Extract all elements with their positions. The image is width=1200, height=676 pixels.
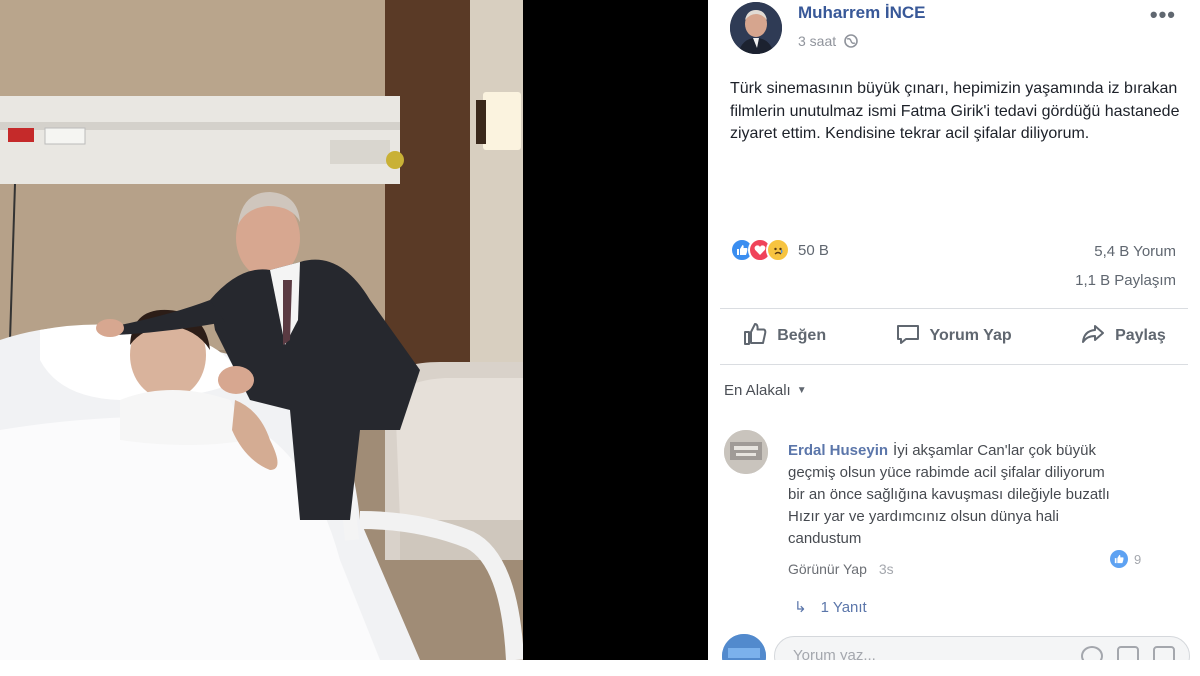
share-arrow-icon: [1080, 321, 1106, 352]
like-button[interactable]: Beğen: [742, 321, 826, 352]
author-name[interactable]: Muharrem İNCE: [798, 3, 926, 23]
sad-reaction-icon: [766, 238, 790, 262]
comment-action-link[interactable]: Görünür Yap: [788, 561, 867, 577]
comment-button[interactable]: Yorum Yap: [895, 321, 1012, 352]
like-reaction-icon: [1110, 550, 1128, 568]
post-panel: Muharrem İNCE 3 saat ••• Türk sinemasını…: [708, 0, 1200, 660]
comment-time[interactable]: 3s: [879, 561, 894, 577]
post-photo[interactable]: [0, 0, 523, 660]
replies-label: 1 Yanıt: [820, 598, 867, 616]
comment-meta: Görünür Yap 3s: [788, 561, 894, 577]
comment-composer[interactable]: [774, 636, 1190, 660]
share-count-link[interactable]: 1,1 B Paylaşım: [1075, 272, 1176, 289]
comment-reaction-count: 9: [1134, 551, 1142, 567]
thumbs-up-icon: [742, 321, 768, 352]
emoji-icon[interactable]: [1081, 646, 1103, 660]
post-meta: 3 saat: [798, 33, 858, 49]
reactions-summary[interactable]: 50 B: [730, 238, 829, 262]
share-button[interactable]: Paylaş: [1080, 321, 1166, 352]
sort-label: En Alakalı: [724, 382, 791, 399]
comment-input[interactable]: [793, 647, 1053, 660]
more-options-icon[interactable]: •••: [1150, 2, 1176, 28]
composer-icons: [1081, 646, 1175, 660]
comment-count-link[interactable]: 5,4 B Yorum: [1094, 243, 1176, 260]
photo-letterbox: [523, 0, 708, 660]
commenter-name[interactable]: Erdal Huseyin: [788, 442, 888, 459]
divider: [720, 364, 1188, 365]
comment-bubble-icon: [895, 321, 921, 352]
bottom-strip: [0, 660, 1200, 676]
comment-sort-dropdown[interactable]: En Alakalı ▼: [724, 382, 807, 399]
camera-icon[interactable]: [1117, 646, 1139, 660]
comment-label: Yorum Yap: [929, 327, 1012, 344]
view-replies-link[interactable]: ↳ 1 Yanıt: [794, 598, 867, 617]
gif-icon[interactable]: [1153, 646, 1175, 660]
author-avatar[interactable]: [730, 2, 782, 54]
current-user-avatar: [722, 634, 766, 660]
post-actions: Beğen Yorum Yap Paylaş: [708, 314, 1200, 358]
reaction-count[interactable]: 50 B: [798, 242, 829, 259]
like-label: Beğen: [777, 327, 827, 344]
commenter-avatar[interactable]: [724, 430, 768, 474]
comment-text-block: Erdal Huseyin İyi akşamlar Can'lar çok bü…: [788, 440, 1118, 550]
post-text: Türk sinemasının büyük çınarı, hepimizin…: [730, 80, 1180, 142]
reply-arrow-icon: ↳: [794, 599, 807, 616]
divider: [720, 308, 1188, 309]
globe-icon: [844, 34, 858, 48]
caret-down-icon: ▼: [796, 385, 807, 396]
share-label: Paylaş: [1115, 327, 1166, 344]
comment-reactions[interactable]: 9: [1110, 550, 1141, 568]
post-time[interactable]: 3 saat: [798, 33, 836, 49]
